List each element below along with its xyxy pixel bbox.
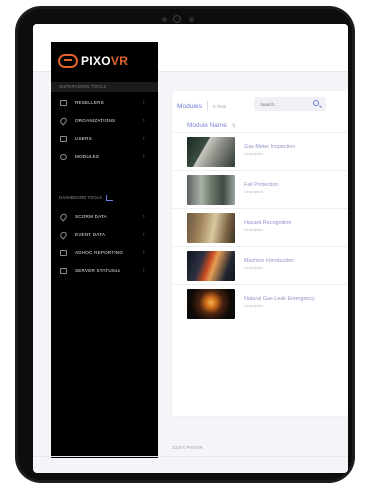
modules-card: Modules 0 Total Module Name ⇅ Gas Meter … bbox=[172, 91, 348, 416]
sidebar-item-users[interactable]: USERS › bbox=[51, 130, 158, 147]
chevron-right-icon: › bbox=[142, 249, 145, 256]
module-description: Description bbox=[244, 228, 263, 232]
section-title-superadmin: SUPERADMIN TOOLS bbox=[51, 82, 158, 92]
tag-icon bbox=[58, 115, 69, 126]
sidebar-item-label: USERS bbox=[75, 136, 92, 141]
chevron-right-icon: › bbox=[142, 231, 145, 238]
chevron-right-icon: › bbox=[142, 117, 145, 124]
search-box[interactable] bbox=[254, 97, 326, 111]
column-header-label: Module Name bbox=[187, 122, 227, 129]
footer-divider bbox=[33, 456, 348, 457]
sidebar: PIXOVR SUPERADMIN TOOLS RESELLERS › ORGA… bbox=[51, 42, 158, 458]
module-description: Description bbox=[244, 152, 263, 156]
sidebar-item-modules[interactable]: MODULES › bbox=[51, 148, 158, 165]
table-row[interactable]: Machine Introduction Description bbox=[172, 246, 348, 284]
module-name: Fall Protection bbox=[244, 182, 279, 188]
module-thumbnail bbox=[187, 175, 235, 205]
sidebar-item-server-status[interactable]: SERVER STATUSxx › bbox=[51, 262, 158, 279]
search-icon[interactable] bbox=[313, 100, 319, 106]
sidebar-item-label: ADHOC REPORTING bbox=[75, 250, 124, 255]
camera-icon bbox=[173, 15, 181, 23]
sort-icon[interactable]: ⇅ bbox=[232, 123, 236, 129]
sidebar-item-resellers[interactable]: RESELLERS › bbox=[51, 94, 158, 111]
sidebar-item-label: MODULES bbox=[75, 154, 100, 159]
brand-logo[interactable]: PIXOVR bbox=[58, 52, 128, 70]
module-thumbnail bbox=[187, 251, 235, 281]
tag-icon bbox=[58, 229, 69, 240]
section-title-dashboard: DASHBOARD TOOLS bbox=[51, 192, 158, 204]
tag-icon bbox=[58, 211, 69, 222]
chevron-right-icon: › bbox=[142, 153, 145, 160]
sidebar-item-label: EVENT DATA bbox=[75, 232, 106, 237]
bar-chart-icon bbox=[105, 195, 113, 201]
sidebar-item-label: RESELLERS bbox=[75, 100, 104, 105]
module-description: Description bbox=[244, 304, 263, 308]
module-description: Description bbox=[244, 190, 263, 194]
search-input[interactable] bbox=[260, 99, 306, 109]
pixovr-logo-icon bbox=[58, 54, 78, 68]
module-thumbnail bbox=[187, 289, 235, 319]
layers-icon bbox=[60, 153, 67, 160]
module-thumbnail bbox=[187, 137, 235, 167]
module-name: Machine Introduction bbox=[244, 258, 295, 264]
sidebar-item-label: ORGANIZATIONS bbox=[75, 118, 116, 123]
card-header: Modules 0 Total bbox=[177, 100, 226, 112]
table-row[interactable]: Gas Meter Inspection Description bbox=[172, 132, 348, 170]
sidebar-item-scorm-data[interactable]: SCORM DATA › bbox=[51, 208, 158, 225]
table-row[interactable]: Natural Gas Leak Emergency Description bbox=[172, 284, 348, 322]
sensor-dot bbox=[162, 17, 167, 22]
sensor-dot bbox=[189, 17, 194, 22]
users-icon bbox=[60, 135, 67, 142]
server-icon bbox=[60, 267, 67, 274]
chevron-right-icon: › bbox=[142, 213, 145, 220]
chevron-right-icon: › bbox=[142, 135, 145, 142]
table-row[interactable]: Fall Protection Description bbox=[172, 170, 348, 208]
sidebar-item-label: SERVER STATUSxx bbox=[75, 268, 121, 273]
divider bbox=[206, 101, 208, 111]
module-description: Description bbox=[244, 266, 263, 270]
module-thumbnail bbox=[187, 213, 235, 243]
sidebar-item-adhoc-reporting[interactable]: ADHOC REPORTING › bbox=[51, 244, 158, 261]
module-name: Natural Gas Leak Emergency bbox=[244, 296, 315, 302]
building-icon bbox=[60, 99, 67, 106]
footer-copyright: 2019 © PIXOVR bbox=[172, 445, 203, 450]
sidebar-item-label: SCORM DATA bbox=[75, 214, 107, 219]
chevron-right-icon: › bbox=[142, 267, 145, 274]
sidebar-item-organizations[interactable]: ORGANIZATIONS › bbox=[51, 112, 158, 129]
table-row[interactable]: Hazard Recognition Description bbox=[172, 208, 348, 246]
app-screen: PIXOVR SUPERADMIN TOOLS RESELLERS › ORGA… bbox=[33, 24, 348, 473]
chevron-right-icon: › bbox=[142, 99, 145, 106]
sidebar-item-event-data[interactable]: EVENT DATA › bbox=[51, 226, 158, 243]
total-count: 0 Total bbox=[212, 103, 227, 109]
brand-name: PIXOVR bbox=[81, 54, 129, 68]
page-title: Modules bbox=[177, 102, 202, 110]
table-icon bbox=[60, 249, 67, 256]
column-header-module-name[interactable]: Module Name ⇅ bbox=[187, 122, 236, 129]
module-name: Hazard Recognition bbox=[244, 220, 292, 226]
module-name: Gas Meter Inspection bbox=[244, 144, 296, 150]
